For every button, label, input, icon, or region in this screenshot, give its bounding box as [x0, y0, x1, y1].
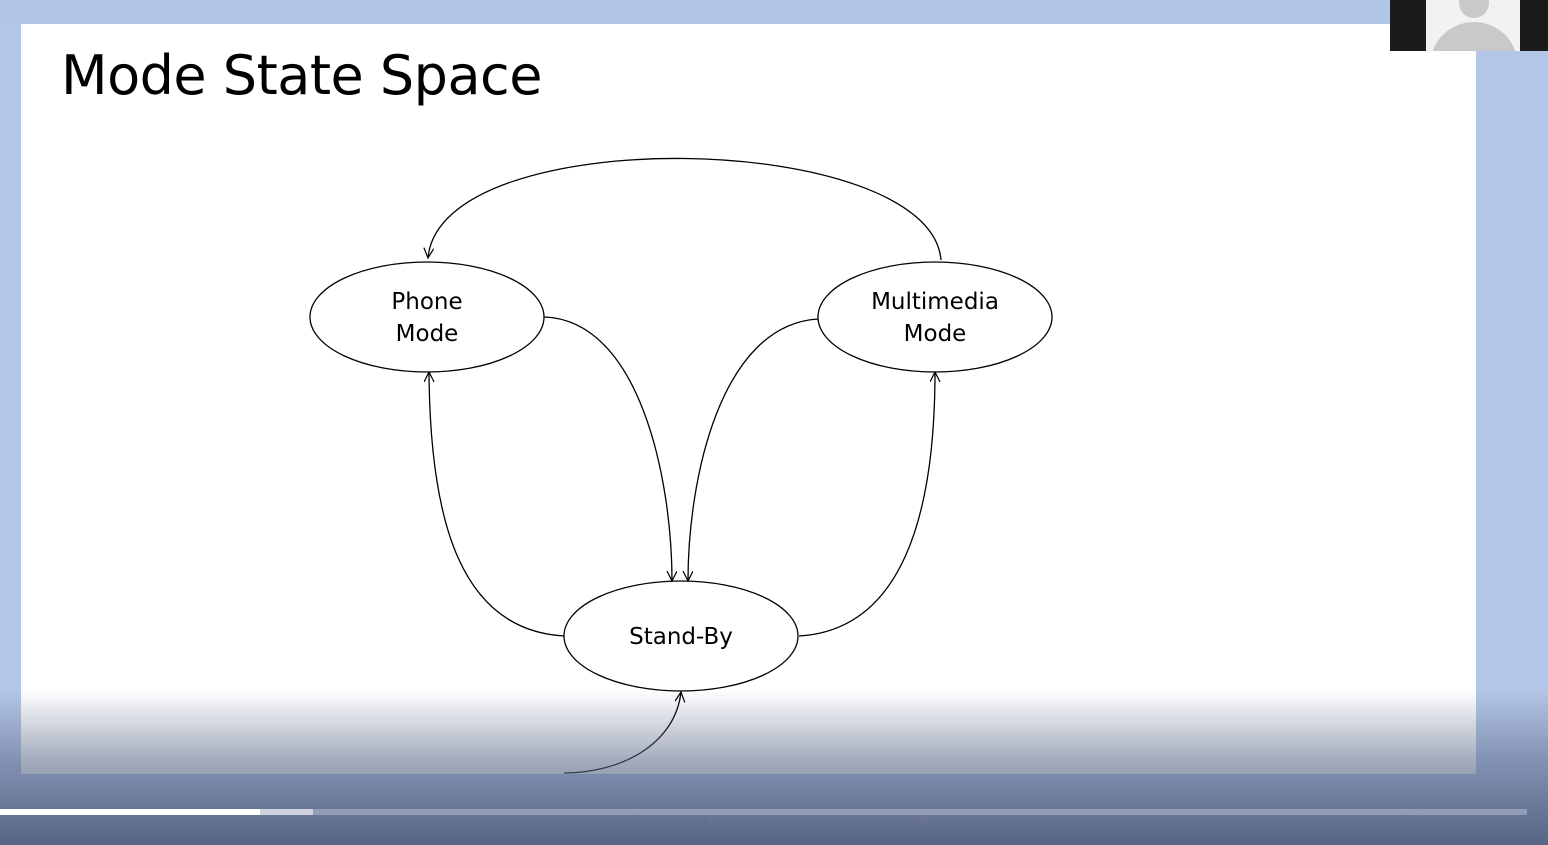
edge-phone-to-standby [543, 316, 672, 581]
node-multimedia-mode: Multimedia Mode [817, 261, 1053, 373]
node-phone-mode-line1: Phone [391, 289, 462, 315]
node-multimedia-mode-line2: Mode [904, 321, 967, 347]
webcam-thumbnail[interactable] [1390, 0, 1548, 51]
node-standby-label: Stand-By [629, 624, 733, 650]
edge-entry-to-standby [563, 692, 681, 774]
avatar-body-icon [1430, 22, 1518, 51]
node-phone-mode-line2: Mode [396, 321, 459, 347]
video-progress-fill [0, 809, 260, 815]
node-multimedia-mode-line1: Multimedia [871, 289, 999, 315]
video-progress-bar[interactable] [0, 809, 1527, 815]
edge-standby-to-phone [429, 372, 565, 637]
node-phone-mode: Phone Mode [309, 261, 545, 373]
edge-multimedia-to-standby [688, 318, 819, 581]
node-standby: Stand-By [563, 580, 799, 692]
avatar-head-icon [1459, 0, 1489, 18]
state-diagram: Phone Mode Multimedia Mode Stand-By [309, 157, 1053, 774]
edge-multimedia-to-phone [428, 157, 942, 261]
participant-avatar [1426, 0, 1520, 51]
edge-standby-to-multimedia [798, 372, 935, 637]
